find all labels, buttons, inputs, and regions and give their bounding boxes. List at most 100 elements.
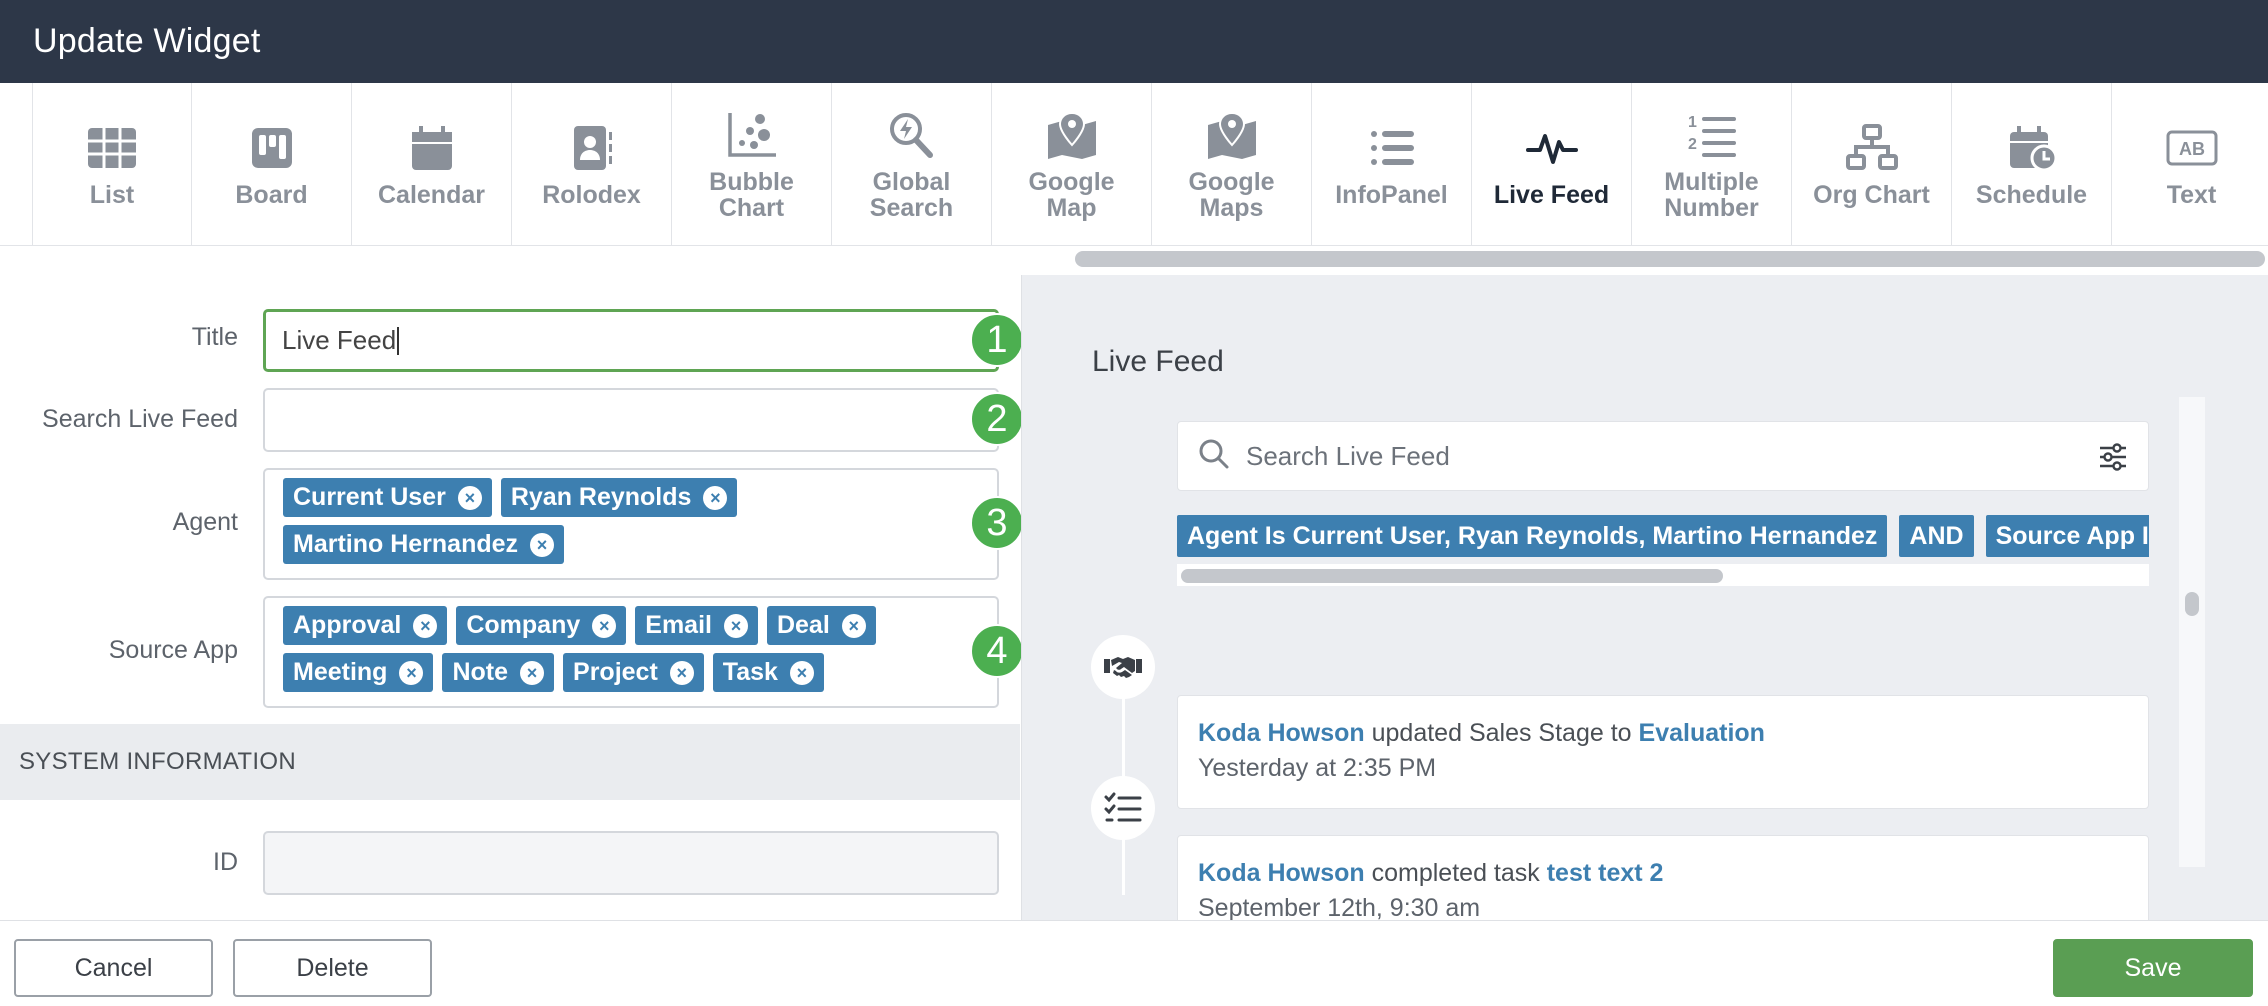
widget-type-label: Google Map (1028, 167, 1115, 222)
widget-type-label: Multiple Number (1664, 167, 1759, 222)
widget-type-calendar[interactable]: Calendar (352, 83, 512, 245)
svg-text:AB: AB (2179, 139, 2205, 159)
cancel-button[interactable]: Cancel (14, 939, 213, 997)
remove-tag-icon[interactable]: × (789, 660, 814, 685)
tag-label: Ryan Reynolds (510, 483, 692, 511)
remove-tag-icon[interactable]: × (703, 485, 728, 510)
search-icon (1198, 438, 1230, 475)
chip-scrollbar-thumb[interactable] (1181, 569, 1723, 583)
text-cursor (397, 326, 400, 355)
widget-type-board[interactable]: Board (192, 83, 352, 245)
system-information-header: SYSTEM INFORMATION (0, 724, 1020, 800)
remove-tag-icon[interactable]: × (530, 532, 555, 557)
tag: Deal × (766, 606, 876, 645)
source-app-row: Source App Approval × Company × Email × Deal × M… (0, 596, 1024, 708)
step-badge-2: 2 (970, 392, 1024, 446)
tag: Note × (442, 653, 555, 692)
text-icon: AB (2164, 122, 2220, 174)
agent-row: Agent Current User × Ryan Reynolds × Martino… (0, 468, 1024, 580)
widget-type-infopanel[interactable]: InfoPanel (1312, 83, 1472, 245)
feed-actor-link[interactable]: Koda Howson (1198, 719, 1365, 747)
remove-tag-icon[interactable]: × (413, 613, 438, 638)
org-chart-icon (1844, 122, 1900, 174)
feed-target-link[interactable]: test text 2 (1547, 859, 1664, 887)
widget-type-label: Bubble Chart (709, 167, 794, 222)
widget-type-multiple-number[interactable]: 1 2 Multiple Number (1632, 83, 1792, 245)
tag: Project × (563, 653, 704, 692)
feed-target-link[interactable]: Evaluation (1639, 719, 1765, 747)
remove-tag-icon[interactable]: × (841, 613, 866, 638)
agent-label: Agent (172, 508, 238, 536)
filter-chip-row: Agent Is Current User, Ryan Reynolds, Ma… (1177, 515, 2149, 561)
widget-type-live-feed[interactable]: Live Feed (1472, 83, 1632, 245)
step-badge-4: 4 (970, 624, 1024, 678)
filter-chip[interactable]: Agent Is Current User, Ryan Reynolds, Ma… (1177, 515, 1888, 557)
tag: Email × (635, 606, 758, 645)
svg-text:2: 2 (1688, 136, 1697, 153)
widget-type-global-search[interactable]: Global Search (832, 83, 992, 245)
widget-form: Title Live Feed 1 Search Live Feed 2 Age… (0, 275, 1024, 920)
filter-sliders-icon[interactable] (2098, 442, 2128, 472)
widget-type-schedule[interactable]: Schedule (1952, 83, 2112, 245)
feed-actor-link[interactable]: Koda Howson (1198, 859, 1365, 887)
svg-text:1: 1 (1688, 114, 1697, 131)
widget-type-label: Text (2166, 180, 2217, 209)
source-app-tag-input[interactable]: Approval × Company × Email × Deal × Meeting × Note… (263, 596, 999, 708)
maps-icon (1204, 109, 1260, 161)
search-live-feed-input[interactable] (263, 388, 999, 452)
preview-scrollbar-thumb[interactable] (2185, 592, 2199, 616)
preview-search-placeholder: Search Live Feed (1246, 440, 1450, 471)
tag-label: Martino Hernandez (293, 530, 519, 558)
widget-type-label: List (89, 180, 135, 209)
remove-tag-icon[interactable]: × (520, 660, 545, 685)
feed-timestamp: Yesterday at 2:35 PM (1198, 754, 1437, 782)
preview-scrollbar[interactable] (2179, 397, 2205, 867)
widget-type-rolodex[interactable]: Rolodex (512, 83, 672, 245)
step-badge-1: 1 (970, 313, 1024, 367)
remove-tag-icon[interactable]: × (723, 613, 748, 638)
widget-type-scrollbar[interactable] (1075, 251, 2268, 267)
delete-button[interactable]: Delete (233, 939, 432, 997)
bubble-chart-icon (724, 109, 780, 161)
tag-label: Approval (293, 611, 402, 639)
task-list-icon (1091, 776, 1155, 840)
dialog-footer: Cancel Delete Save (0, 920, 2268, 1006)
id-row: ID (0, 831, 1020, 895)
widget-type-google-maps[interactable]: Google Maps (1152, 83, 1312, 245)
filter-chip[interactable]: Source App Is (1985, 515, 2149, 557)
rolodex-icon (564, 122, 620, 174)
widget-type-list[interactable]: List (32, 83, 192, 245)
global-search-icon (884, 109, 940, 161)
tag-label: Project (573, 658, 658, 686)
widget-type-bubble-chart[interactable]: Bubble Chart (672, 83, 832, 245)
widget-type-label: Org Chart (1813, 180, 1930, 209)
tag-label: Meeting (293, 658, 388, 686)
title-input[interactable]: Live Feed (263, 309, 999, 372)
feed-item[interactable]: Koda Howson updated Sales Stage to Evalu… (1177, 695, 2149, 809)
widget-type-google-map[interactable]: Google Map (992, 83, 1152, 245)
title-label: Title (191, 323, 238, 351)
tag: Ryan Reynolds × (500, 478, 738, 517)
chip-scrollbar[interactable] (1177, 564, 2149, 586)
scrollbar-thumb[interactable] (1075, 251, 2265, 267)
widget-type-text[interactable]: AB Text (2112, 83, 2268, 245)
feed-action-text: completed task (1371, 859, 1540, 887)
tag-label: Note (452, 658, 509, 686)
pulse-icon (1524, 122, 1580, 174)
widget-type-org-chart[interactable]: Org Chart (1792, 83, 1952, 245)
save-button[interactable]: Save (2053, 939, 2253, 997)
preview-search-box[interactable]: Search Live Feed (1177, 421, 2149, 491)
remove-tag-icon[interactable]: × (457, 485, 482, 510)
filter-chip[interactable]: AND (1899, 515, 1974, 557)
calendar-icon (404, 122, 460, 174)
handshake-icon (1091, 635, 1155, 699)
map-icon (1044, 109, 1100, 161)
agent-tag-input[interactable]: Current User × Ryan Reynolds × Martino Herna… (263, 468, 999, 580)
remove-tag-icon[interactable]: × (399, 660, 424, 685)
remove-tag-icon[interactable]: × (669, 660, 694, 685)
widget-preview: Live Feed Search Live Feed Agent Is Curr… (1021, 275, 2268, 949)
search-row: Search Live Feed 2 (0, 388, 1024, 452)
remove-tag-icon[interactable]: × (592, 613, 617, 638)
search-label: Search Live Feed (42, 405, 238, 433)
widget-type-label: Board (235, 180, 308, 209)
